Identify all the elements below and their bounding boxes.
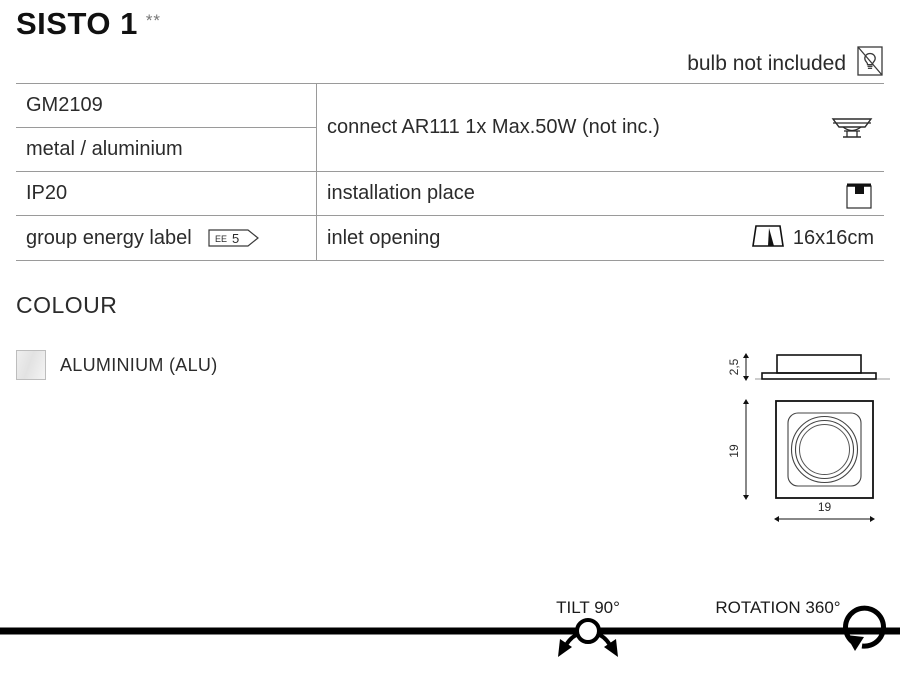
table-row: IP20 bbox=[16, 172, 316, 216]
table-row: GM2109 bbox=[16, 84, 316, 128]
energy-label-value: 5 bbox=[232, 231, 239, 246]
table-row: inlet opening 16x16cm bbox=[317, 216, 884, 260]
technical-drawings: 2,5 19 19 bbox=[700, 325, 900, 525]
colour-item: ALUMINIUM (ALU) bbox=[16, 350, 218, 380]
colour-swatch bbox=[16, 350, 46, 380]
bulb-not-included-note: bulb not included bbox=[687, 44, 884, 83]
product-spec-sheet: SISTO 1 ** bulb not included GM2109 meta… bbox=[0, 0, 900, 675]
product-code: GM2109 bbox=[26, 94, 103, 116]
inlet-opening-icon bbox=[747, 221, 785, 256]
table-row: metal / aluminium bbox=[16, 128, 316, 172]
inlet-opening-group: 16x16cm bbox=[747, 221, 874, 256]
plan-view-height-dimension: 19 bbox=[727, 399, 749, 500]
bulb-not-included-label: bulb not included bbox=[687, 52, 846, 75]
ip-rating: IP20 bbox=[26, 182, 68, 204]
side-view-height-dimension: 2,5 bbox=[727, 353, 749, 381]
side-view-drawing bbox=[755, 354, 890, 380]
installation-place: installation place bbox=[327, 182, 475, 204]
plan-view-height-label: 19 bbox=[727, 444, 741, 458]
specification-table: GM2109 metal / aluminium IP20 group ener… bbox=[16, 83, 884, 261]
colour-section-heading: COLOUR bbox=[16, 292, 118, 318]
energy-label-badge: EE 5 bbox=[208, 226, 260, 250]
tilt-label: TILT 90° bbox=[556, 598, 620, 617]
inlet-opening: inlet opening bbox=[327, 226, 441, 249]
spec-table-left-column: GM2109 metal / aluminium IP20 group ener… bbox=[16, 84, 317, 260]
table-row: connect AR111 1x Max.50W (not inc.) bbox=[317, 84, 884, 172]
material: metal / aluminium bbox=[26, 138, 183, 160]
feature-bar: TILT 90° ROTATION 360° bbox=[0, 588, 900, 675]
light-source: connect AR111 1x Max.50W (not inc.) bbox=[327, 116, 660, 138]
colour-label: ALUMINIUM (ALU) bbox=[60, 354, 218, 375]
plan-view-width-label: 19 bbox=[818, 500, 832, 514]
side-view-height-label: 2,5 bbox=[727, 358, 741, 375]
page-title: SISTO 1 bbox=[16, 6, 138, 41]
energy-label-text: group energy label bbox=[26, 226, 192, 249]
rotation-feature: ROTATION 360° bbox=[715, 598, 886, 651]
table-row: group energy label EE 5 bbox=[16, 216, 316, 260]
ceiling-mount-icon bbox=[844, 178, 874, 210]
title-row: SISTO 1 ** bbox=[16, 8, 161, 39]
table-row: installation place bbox=[317, 172, 884, 216]
energy-label-prefix: EE bbox=[215, 234, 227, 244]
bulb-not-included-icon bbox=[856, 44, 884, 83]
title-stars: ** bbox=[145, 11, 162, 30]
rotation-label: ROTATION 360° bbox=[715, 598, 840, 617]
plan-view-width-dimension: 19 bbox=[774, 500, 875, 522]
ar111-lamp-icon bbox=[830, 112, 874, 144]
plan-view-drawing bbox=[775, 400, 874, 499]
spec-table-right-column: connect AR111 1x Max.50W (not inc.) inst… bbox=[317, 84, 884, 260]
tilt-pivot bbox=[575, 618, 601, 644]
inlet-opening-value: 16x16cm bbox=[792, 226, 874, 249]
